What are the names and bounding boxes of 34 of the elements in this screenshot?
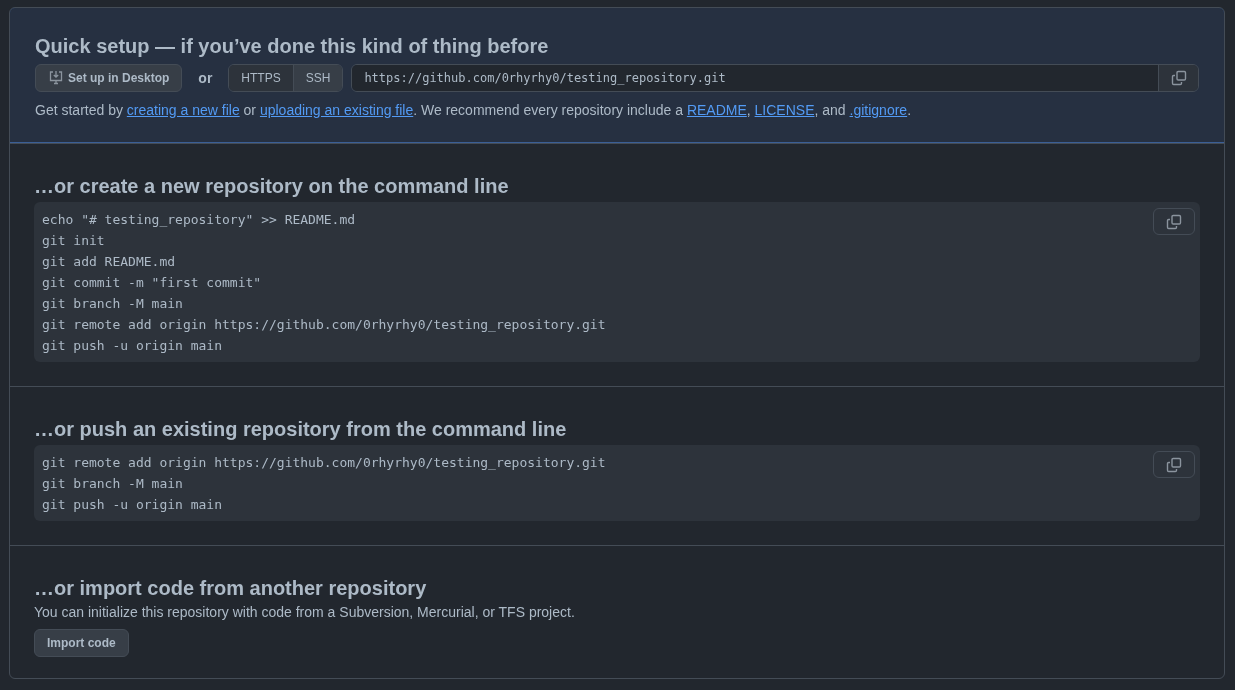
copy-icon [1170, 70, 1187, 86]
code-line: git push -u origin main [42, 496, 222, 514]
section-heading: Quick setup — if you’ve done this kind of thing before [35, 34, 550, 58]
desktop-download-icon [48, 70, 64, 86]
copy-button[interactable] [1153, 451, 1195, 478]
import-description: You can initialize this repository with code from a Subversion, Mercurial, or TFS project. [34, 604, 576, 620]
text-link[interactable]: .gitignore [849, 102, 908, 118]
copy-icon [1166, 456, 1182, 473]
code-line: echo "# testing_repository" >> README.md [42, 211, 356, 229]
text-link[interactable]: LICENSE [754, 102, 815, 118]
clone-url-field[interactable]: https://github.com/0rhyrhy0/testing_repository.git [351, 64, 1199, 92]
text-link[interactable]: uploading an existing file [259, 102, 414, 118]
import-code-button[interactable]: Import code [34, 629, 129, 657]
code-line: git branch -M main [42, 295, 183, 313]
section-heading: …or create a new repository on the command line [34, 174, 510, 198]
copy-button[interactable] [1158, 65, 1198, 91]
protocol-tab[interactable]: SSH [292, 65, 343, 91]
code-line: git remote add origin https://github.com/0rhyrhy0/testing_repository.git [42, 316, 606, 334]
text-link[interactable]: README [686, 102, 747, 118]
text-link[interactable]: creating a new file [126, 102, 240, 118]
section-heading: …or push an existing repository from the command line [34, 417, 568, 441]
code-line: git branch -M main [42, 475, 183, 493]
intro-text: Get started by creating a new file or uploading an existing file. We recommend every repository include a README, LICENSE, and .gitignore. [35, 101, 912, 120]
protocol-tab[interactable]: HTTPS [229, 65, 293, 91]
setup-desktop-button[interactable]: Set up in Desktop [35, 64, 183, 92]
code-line: git add README.md [42, 253, 176, 271]
code-line: git init [42, 232, 105, 250]
copy-button[interactable] [1153, 208, 1195, 235]
or-label: or [198, 70, 213, 86]
code-line: git commit -m "first commit" [42, 274, 262, 292]
section-heading: …or import code from another repository [34, 576, 428, 600]
code-line: git remote add origin https://github.com/0rhyrhy0/testing_repository.git [42, 454, 606, 472]
code-line: git push -u origin main [42, 337, 222, 355]
copy-icon [1166, 213, 1182, 230]
